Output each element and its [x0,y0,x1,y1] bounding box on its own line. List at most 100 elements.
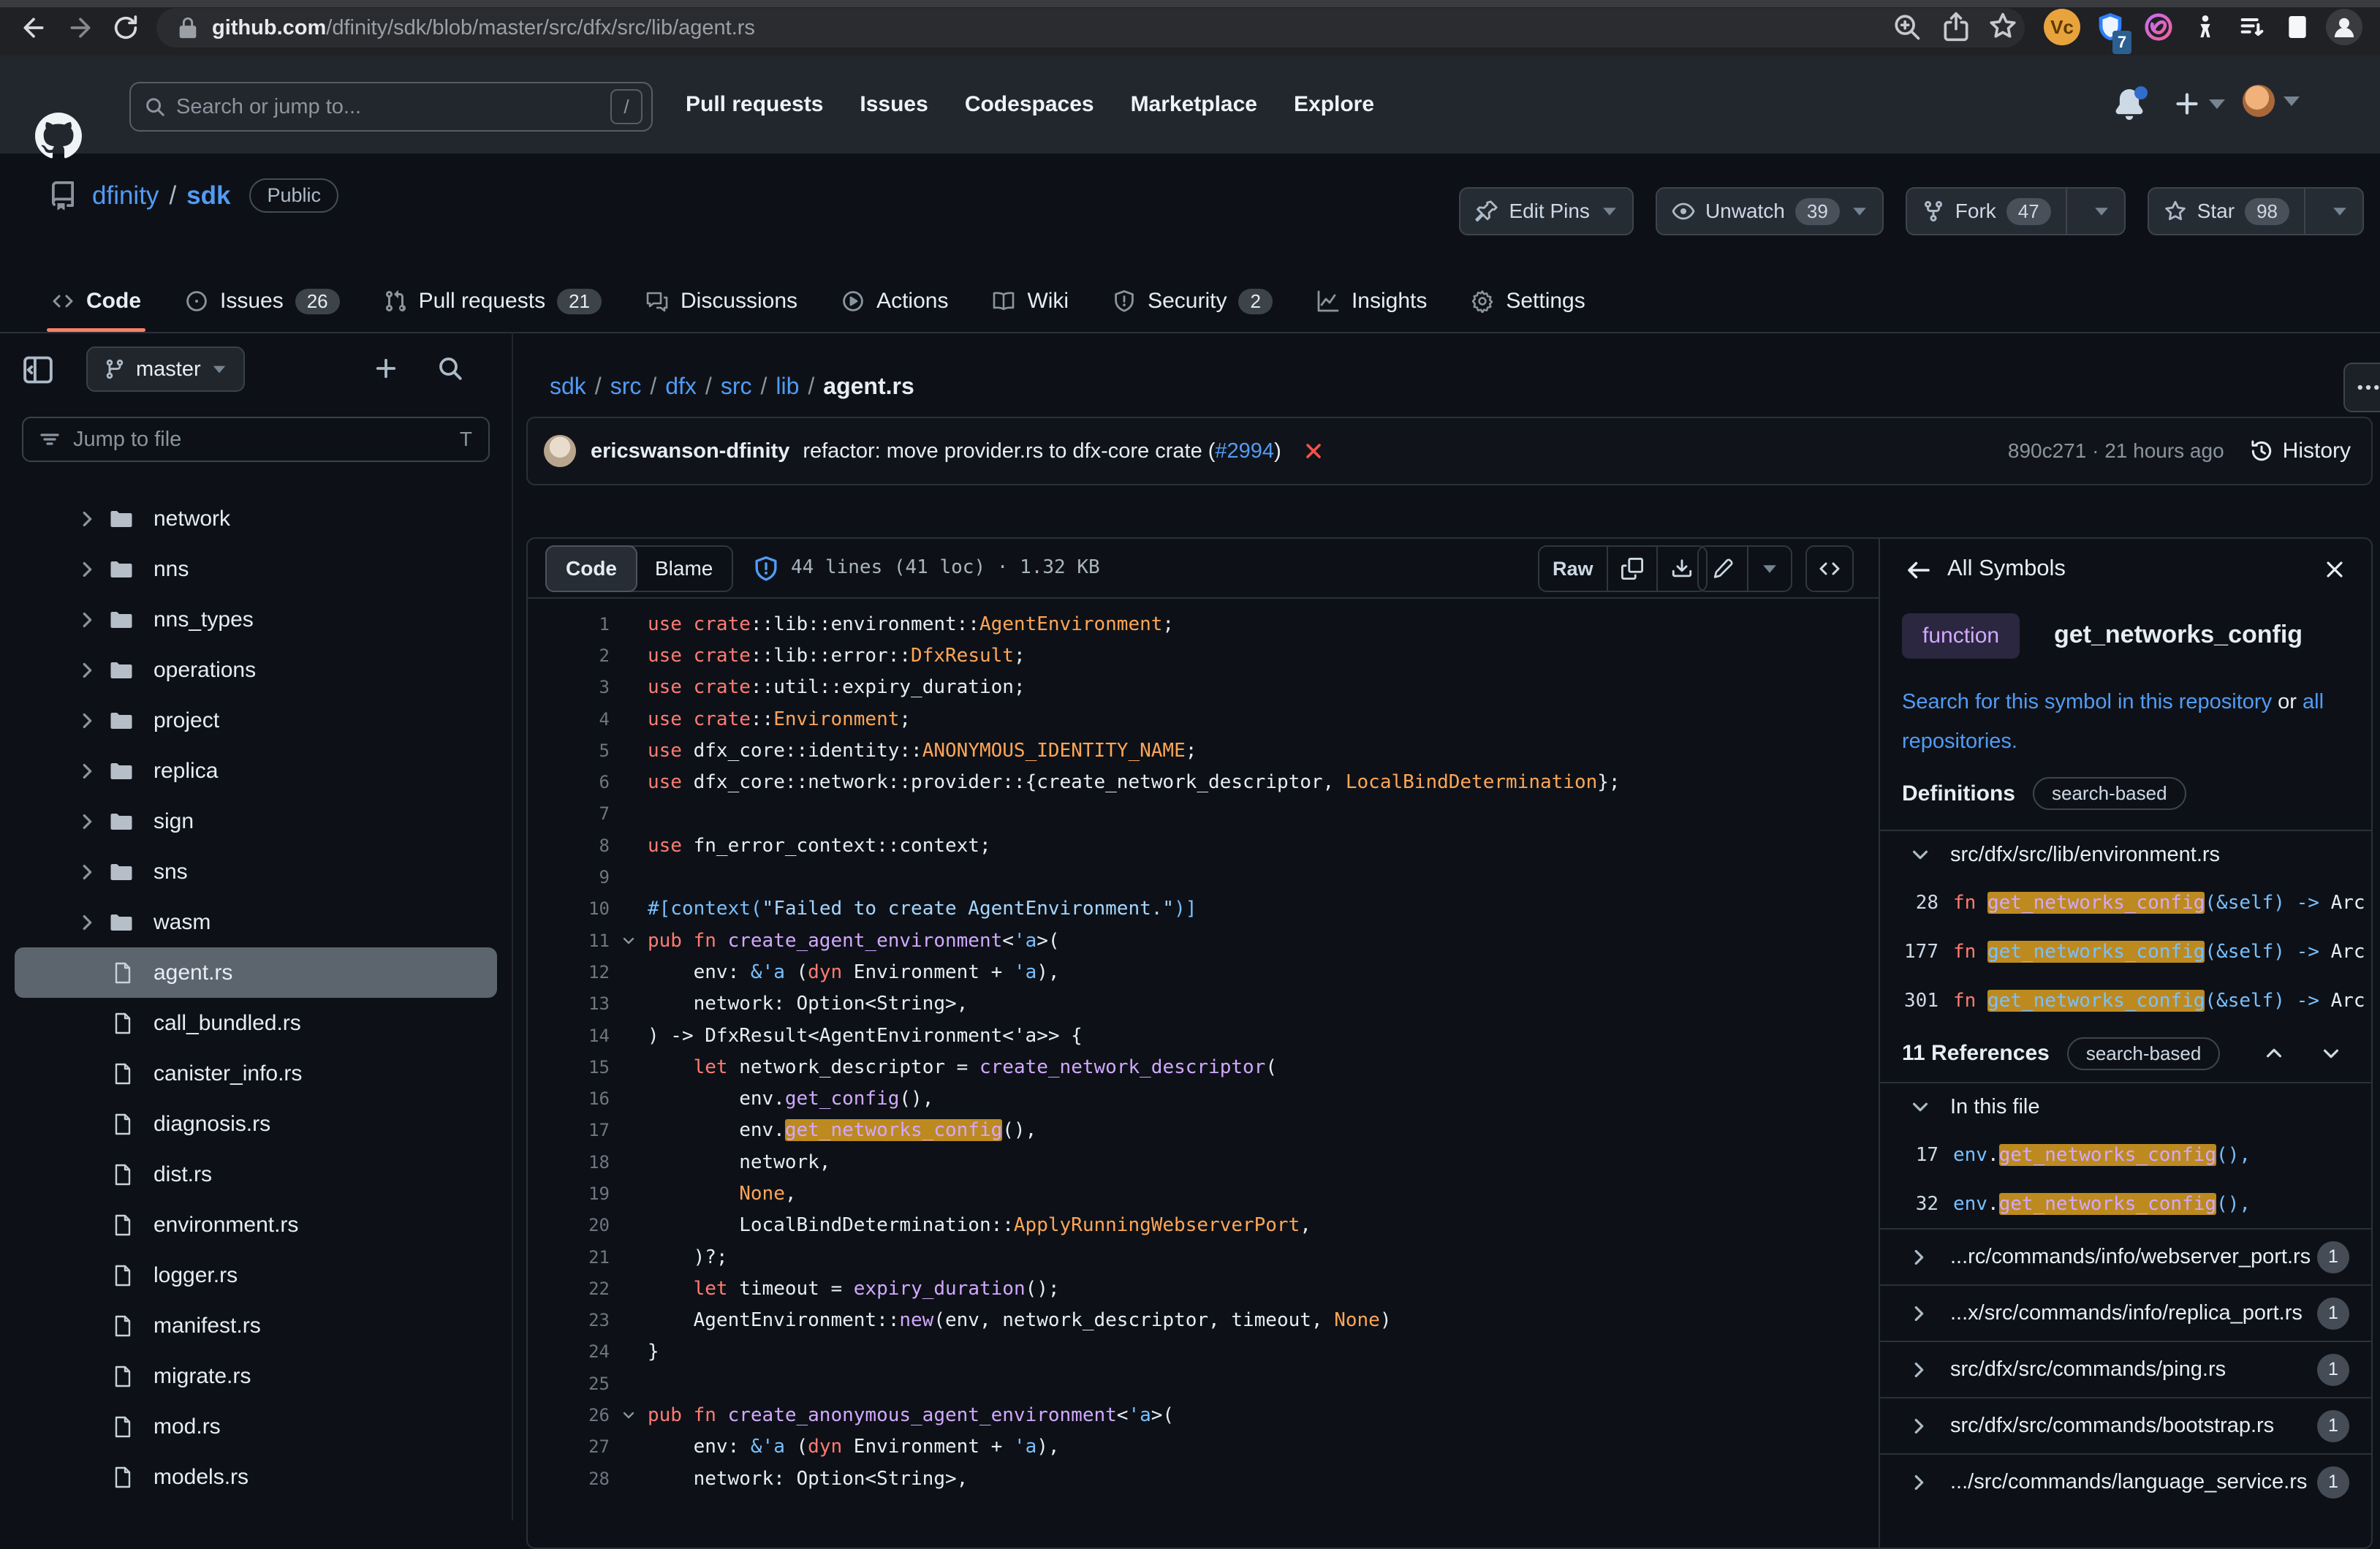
line-number[interactable]: 13 [528,993,610,1014]
tree-folder-replica[interactable]: replica [0,746,512,796]
chevron-right-icon[interactable] [76,760,98,782]
code-view-toggle[interactable]: Code [545,545,637,592]
breadcrumb-link-src[interactable]: src [721,373,752,400]
code-line-9[interactable]: 9 [528,861,1879,893]
tree-file-manifest.rs[interactable]: manifest.rs [0,1300,512,1351]
tree-file-canister_info.rs[interactable]: canister_info.rs [0,1048,512,1099]
prev-reference-icon[interactable] [2263,1042,2285,1064]
dropdown-caret[interactable] [2305,189,2362,234]
line-number[interactable]: 28 [528,1469,610,1489]
share-icon[interactable] [1940,10,1974,44]
breadcrumb-link-src[interactable]: src [610,373,642,400]
line-number[interactable]: 3 [528,677,610,697]
code-line-2[interactable]: 2use crate::lib::error::DfxResult; [528,640,1879,671]
tree-file-migrate.rs[interactable]: migrate.rs [0,1351,512,1401]
repo-action-star[interactable]: Star98 [2148,187,2364,235]
extension-figure-icon[interactable] [2187,9,2224,45]
chevron-right-icon[interactable] [76,861,98,883]
tab-settings[interactable]: Settings [1458,272,1598,330]
line-number[interactable]: 22 [528,1279,610,1299]
extension-list-icon[interactable] [2234,9,2270,45]
repo-action-fork[interactable]: Fork47 [1906,187,2126,235]
symbols-toggle-button[interactable] [1805,545,1854,592]
chevron-right-icon[interactable] [76,912,98,933]
code-line-14[interactable]: 14) -> DfxResult<AgentEnvironment<'a>> { [528,1020,1879,1051]
in-this-file-header[interactable]: In this file [1880,1083,2371,1130]
code-line-8[interactable]: 8use fn_error_context::context; [528,830,1879,861]
line-number[interactable]: 10 [528,898,610,919]
line-number[interactable]: 14 [528,1026,610,1046]
line-number[interactable]: 6 [528,772,610,792]
copy-file-icon[interactable] [1608,547,1656,591]
edit-dropdown-caret[interactable] [1748,547,1791,591]
tree-folder-network[interactable]: network [0,493,512,544]
fold-chevron-icon[interactable] [610,932,648,950]
tree-folder-project[interactable]: project [0,695,512,746]
tree-file-models.rs[interactable]: models.rs [0,1452,512,1502]
extension-vc-icon[interactable]: Vc [2044,9,2080,45]
reference-file-rccommandsinfowebserver_portrs[interactable]: ...rc/commands/info/webserver_port.rs1 [1880,1228,2371,1284]
line-number[interactable]: 17 [528,1120,610,1140]
next-reference-icon[interactable] [2320,1042,2342,1064]
notifications-bell-icon[interactable] [2114,89,2145,120]
chevron-right-icon[interactable] [76,609,98,631]
code-line-24[interactable]: 24} [528,1336,1879,1368]
extension-loop-icon[interactable] [2140,9,2177,45]
add-file-icon[interactable] [371,354,401,383]
tab-actions[interactable]: Actions [828,272,961,330]
security-shield-icon[interactable] [753,556,779,582]
zoom-page-icon[interactable] [1890,10,1924,44]
code-line-3[interactable]: 3use crate::util::expiry_duration; [528,672,1879,703]
symbols-back-icon[interactable] [1905,556,1933,584]
more-options-button[interactable] [2343,363,2380,412]
code-line-18[interactable]: 18 network, [528,1146,1879,1178]
line-number[interactable]: 16 [528,1088,610,1109]
tree-file-dist.rs[interactable]: dist.rs [0,1149,512,1200]
extension-shield-icon[interactable]: 7 [2092,9,2129,45]
definition-row-line-301[interactable]: 301fn get_networks_config(&self) -> Arc [1880,976,2371,1025]
user-avatar[interactable] [2243,85,2300,117]
address-bar[interactable]: github.com/dfinity/sdk/blob/master/src/d… [156,8,2025,48]
tree-folder-sign[interactable]: sign [0,796,512,847]
browser-profile-avatar[interactable] [2326,9,2362,45]
tree-file-logger.rs[interactable]: logger.rs [0,1250,512,1300]
reference-row-line-17[interactable]: 17env.get_networks_config(), [1880,1130,2371,1179]
code-line-6[interactable]: 6use dfx_core::network::provider::{creat… [528,766,1879,798]
code-line-20[interactable]: 20 LocalBindDetermination::ApplyRunningW… [528,1210,1879,1241]
tree-folder-operations[interactable]: operations [0,645,512,695]
line-number[interactable]: 7 [528,803,610,824]
code-line-4[interactable]: 4use crate::Environment; [528,703,1879,735]
line-number[interactable]: 8 [528,836,610,856]
reference-file-srcdfxsrccommandsbootstraprs[interactable]: src/dfx/src/commands/bootstrap.rs1 [1880,1397,2371,1453]
chevron-right-icon[interactable] [76,508,98,530]
tab-pull-requests[interactable]: Pull requests21 [371,272,615,330]
code-line-23[interactable]: 23 AgentEnvironment::new(env, network_de… [528,1305,1879,1336]
reference-file-srcdfxsrccommandspingrs[interactable]: src/dfx/src/commands/ping.rs1 [1880,1341,2371,1397]
code-line-10[interactable]: 10#[context("Failed to create AgentEnvir… [528,893,1879,925]
code-line-25[interactable]: 25 [528,1368,1879,1399]
repo-action-unwatch[interactable]: Unwatch39 [1656,187,1884,235]
line-number[interactable]: 9 [528,867,610,887]
symbols-close-icon[interactable] [2322,556,2348,583]
repo-owner-link[interactable]: dfinity [92,181,159,211]
code-line-5[interactable]: 5use dfx_core::identity::ANONYMOUS_IDENT… [528,735,1879,766]
line-number[interactable]: 25 [528,1374,610,1394]
reference-row-line-32[interactable]: 32env.get_networks_config(), [1880,1179,2371,1228]
code-line-16[interactable]: 16 env.get_config(), [528,1083,1879,1114]
tree-folder-sns[interactable]: sns [0,847,512,897]
fold-chevron-icon[interactable] [610,1406,648,1424]
github-search-input[interactable]: Search or jump to... / [129,82,653,132]
extension-panel-icon[interactable] [2279,9,2316,45]
chevron-right-icon[interactable] [76,710,98,732]
tree-folder-nns[interactable]: nns [0,544,512,594]
tree-file-diagnosis.rs[interactable]: diagnosis.rs [0,1099,512,1149]
commit-sha-time[interactable]: 890c271 · 21 hours ago [2008,439,2224,463]
definition-row-line-177[interactable]: 177fn get_networks_config(&self) -> Arc [1880,927,2371,976]
code-line-21[interactable]: 21 )?; [528,1241,1879,1273]
line-number[interactable]: 27 [528,1436,610,1457]
tab-security[interactable]: Security2 [1099,272,1286,330]
tab-issues[interactable]: Issues26 [172,272,353,330]
line-number[interactable]: 19 [528,1183,610,1204]
definition-file-header[interactable]: src/dfx/src/lib/environment.rs [1880,831,2371,878]
line-number[interactable]: 4 [528,709,610,730]
